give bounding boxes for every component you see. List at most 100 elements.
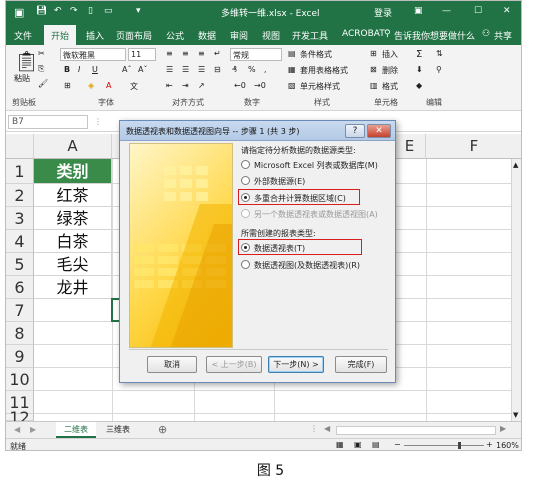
- radio-excel-list-dot[interactable]: [241, 160, 250, 169]
- row-header-7[interactable]: 7: [6, 299, 34, 322]
- row-header-9[interactable]: 9: [6, 345, 34, 368]
- radio-pivot-chart-dot[interactable]: [241, 260, 250, 269]
- horizontal-scrollbar[interactable]: [336, 426, 496, 435]
- number-format-select[interactable]: 常规: [230, 48, 282, 61]
- cell-a4[interactable]: 白茶: [34, 230, 112, 253]
- tell-me-input[interactable]: 告诉我你想要做什么: [394, 29, 475, 42]
- autosum-icon[interactable]: Σ: [416, 49, 422, 60]
- row-header-1[interactable]: 1: [6, 159, 34, 184]
- hscroll-right-icon[interactable]: ▶: [500, 424, 506, 433]
- zoom-level[interactable]: 160%: [496, 441, 519, 450]
- tab-insert[interactable]: 插入: [86, 29, 104, 42]
- select-all-corner[interactable]: [6, 134, 34, 159]
- minimize-icon[interactable]: —: [442, 6, 451, 16]
- underline-button[interactable]: U: [92, 65, 98, 74]
- grow-font-button[interactable]: Aˆ: [122, 65, 131, 74]
- tab-acrobat[interactable]: ACROBAT: [342, 29, 385, 39]
- ribbon-display-icon[interactable]: ▣: [414, 6, 423, 16]
- zoom-slider-thumb[interactable]: [458, 442, 461, 449]
- cell-a3[interactable]: 绿茶: [34, 207, 112, 230]
- zoom-slider[interactable]: [404, 445, 484, 446]
- share-icon[interactable]: ⚇: [482, 29, 490, 39]
- tab-developer[interactable]: 开发工具: [292, 29, 328, 42]
- italic-button[interactable]: I: [78, 65, 80, 74]
- conditional-format-icon[interactable]: ▤: [288, 49, 296, 58]
- column-header-e[interactable]: E: [394, 134, 426, 159]
- align-bottom-icon[interactable]: ≡: [198, 49, 205, 58]
- percent-icon[interactable]: %: [248, 65, 256, 74]
- normal-view-icon[interactable]: ▦: [336, 440, 344, 449]
- save-icon[interactable]: 💾︎: [36, 6, 47, 16]
- conditional-format-button[interactable]: 条件格式: [300, 49, 332, 60]
- decrease-decimal-icon[interactable]: →0: [254, 81, 266, 90]
- font-size-select[interactable]: 11: [128, 48, 156, 61]
- sheet-tab-3d[interactable]: 三维表: [106, 424, 130, 435]
- tab-home[interactable]: 开始: [44, 25, 77, 45]
- table-format-button[interactable]: 套用表格格式: [300, 65, 348, 76]
- bold-button[interactable]: B: [64, 65, 70, 74]
- comma-icon[interactable]: ,: [264, 65, 267, 74]
- radio-pivot-chart[interactable]: 数据透视图(及数据透视表)(R): [241, 260, 360, 271]
- tab-data[interactable]: 数据: [198, 29, 216, 42]
- tab-page-layout[interactable]: 页面布局: [116, 29, 152, 42]
- row-header-5[interactable]: 5: [6, 253, 34, 276]
- shrink-font-button[interactable]: Aˇ: [138, 65, 147, 74]
- row-header-2[interactable]: 2: [6, 184, 34, 207]
- open-file-icon[interactable]: ▭: [104, 6, 113, 16]
- cell-style-button[interactable]: 单元格样式: [300, 81, 340, 92]
- sheet-next-icon[interactable]: ▶: [30, 425, 36, 434]
- tab-review[interactable]: 审阅: [230, 29, 248, 42]
- format-cells-button[interactable]: 格式: [382, 81, 398, 92]
- share-button[interactable]: 共享: [494, 29, 512, 42]
- cell-a2[interactable]: 红茶: [34, 184, 112, 207]
- row-header-3[interactable]: 3: [6, 207, 34, 230]
- wrap-text-icon[interactable]: ↵: [214, 49, 221, 58]
- row-header-12[interactable]: 12: [6, 410, 34, 426]
- undo-icon[interactable]: ↶: [54, 6, 62, 16]
- align-right-icon[interactable]: ☰: [198, 65, 205, 74]
- align-middle-icon[interactable]: ≡: [182, 49, 189, 58]
- merge-icon[interactable]: ⊟: [214, 65, 221, 74]
- phonetic-icon[interactable]: 文: [130, 81, 138, 92]
- align-center-icon[interactable]: ☰: [182, 65, 189, 74]
- find-icon[interactable]: ⚲: [436, 65, 442, 74]
- fill-icon[interactable]: ⬇: [416, 65, 423, 74]
- sort-filter-icon[interactable]: ⇅: [436, 49, 443, 58]
- align-left-icon[interactable]: ☰: [166, 65, 173, 74]
- delete-cells-icon[interactable]: ⊠: [370, 65, 377, 74]
- paste-button[interactable]: 粘贴: [14, 73, 30, 84]
- cell-a6[interactable]: 龙井: [34, 276, 112, 299]
- sheet-tab-2d[interactable]: 二维表: [56, 422, 96, 438]
- zoom-out-icon[interactable]: −: [394, 440, 401, 449]
- cut-icon[interactable]: ✂: [38, 49, 45, 58]
- row-header-10[interactable]: 10: [6, 368, 34, 391]
- more-sheets-icon[interactable]: ⋮: [310, 424, 318, 433]
- row-header-6[interactable]: 6: [6, 276, 34, 299]
- scroll-down-icon[interactable]: ▼: [513, 411, 518, 419]
- next-button[interactable]: 下一步(N) >: [268, 356, 324, 373]
- indent-decrease-icon[interactable]: ⇤: [166, 81, 173, 90]
- formula-bar-expand-icon[interactable]: ⋮: [94, 117, 102, 126]
- radio-external-dot[interactable]: [241, 176, 250, 185]
- row-header-4[interactable]: 4: [6, 230, 34, 253]
- delete-cells-button[interactable]: 删除: [382, 65, 398, 76]
- hscroll-left-icon[interactable]: ◀: [324, 424, 330, 433]
- column-header-f[interactable]: F: [426, 134, 521, 159]
- page-layout-view-icon[interactable]: ▣: [354, 440, 362, 449]
- vertical-scrollbar[interactable]: [511, 159, 521, 421]
- indent-increase-icon[interactable]: ⇥: [182, 81, 189, 90]
- cancel-button[interactable]: 取消: [147, 356, 197, 373]
- paste-icon[interactable]: 📋︎: [14, 49, 39, 73]
- login-link[interactable]: 登录: [374, 6, 392, 19]
- name-box[interactable]: B7: [8, 115, 88, 129]
- font-color-icon[interactable]: A: [106, 81, 111, 90]
- finish-button[interactable]: 完成(F): [335, 356, 387, 373]
- orientation-icon[interactable]: ↗: [198, 81, 205, 90]
- row-header-8[interactable]: 8: [6, 322, 34, 345]
- tab-view[interactable]: 视图: [262, 29, 280, 42]
- clear-icon[interactable]: ◆: [416, 81, 422, 90]
- column-header-a[interactable]: A: [34, 134, 112, 159]
- cell-a5[interactable]: 毛尖: [34, 253, 112, 276]
- radio-excel-list[interactable]: Microsoft Excel 列表或数据库(M): [241, 160, 378, 171]
- increase-decimal-icon[interactable]: ←0: [234, 81, 246, 90]
